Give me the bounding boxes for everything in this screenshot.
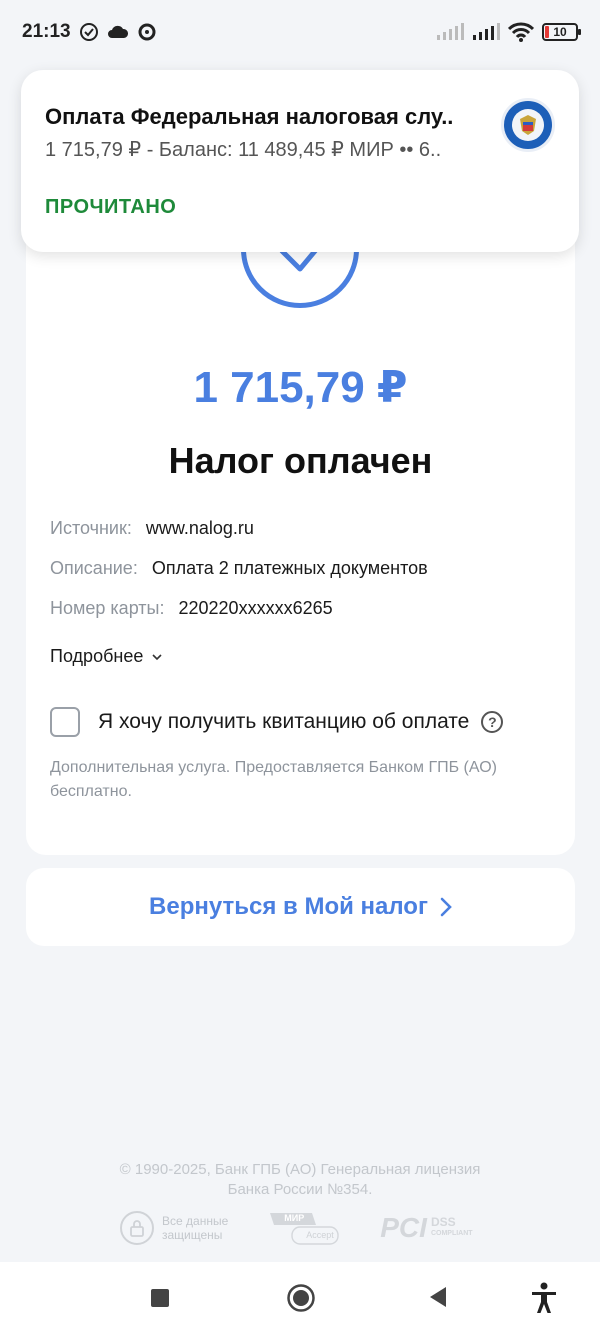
payment-status: Налог оплачен	[168, 440, 433, 481]
wifi-icon	[508, 22, 534, 42]
copyright-line: © 1990-2025, Банк ГПБ (АО) Генеральная л…	[119, 1161, 481, 1178]
home-button[interactable]	[286, 1283, 316, 1313]
secure-text: защищены	[162, 1228, 223, 1242]
notification-title: Оплата Федеральная налоговая слу..	[45, 104, 454, 129]
secure-text: Все данные	[162, 1214, 229, 1228]
pci-dss-logo: PCI DSS COMPLIANT	[380, 1212, 472, 1244]
dss-text: DSS	[430, 1215, 456, 1229]
chevron-down-icon	[152, 653, 162, 660]
dss-sub-text: COMPLIANT	[430, 1230, 473, 1237]
mark-read-button[interactable]: ПРОЧИТАНО	[45, 196, 176, 219]
mir-sub-text: Accept	[306, 1230, 334, 1240]
signal-icon	[437, 23, 464, 40]
detail-value: Оплата 2 платежных документов	[151, 558, 428, 578]
service-note: Дополнительная услуга. Предоставляется Б…	[50, 759, 497, 800]
recent-apps-button[interactable]	[150, 1288, 170, 1308]
help-icon[interactable]: ?	[481, 711, 504, 733]
detail-key: Описание:	[50, 558, 138, 578]
pci-text: PCI	[380, 1212, 427, 1243]
detail-value: 220220xxxxxx6265	[178, 598, 333, 618]
navigation-bar	[0, 1262, 600, 1332]
detail-row-card-number: Номер карты: 220220xxxxxx6265	[50, 598, 333, 619]
copyright-line: Банка России №354.	[227, 1181, 373, 1198]
battery-icon: 10	[542, 23, 581, 41]
notification-body: 1 715,79 ₽ - Баланс: 11 489,45 ₽ МИР •• …	[45, 139, 442, 161]
sync-icon	[138, 23, 156, 41]
detail-value: www.nalog.ru	[145, 518, 254, 538]
tax-service-emblem-icon	[501, 98, 555, 152]
payment-amount: 1 715,79 ₽	[193, 363, 408, 412]
receipt-request-checkbox[interactable]	[50, 707, 80, 737]
receipt-request-label[interactable]: Я хочу получить квитанцию об оплате	[98, 710, 469, 734]
return-to-my-tax-button[interactable]: Вернуться в Мой налог	[26, 868, 575, 946]
copyright: © 1990-2025, Банк ГПБ (АО) Генеральная л…	[0, 1160, 600, 1200]
signal-icon-2	[473, 23, 500, 40]
secure-data-badge: Все данные защищены	[120, 1211, 228, 1245]
detail-key: Источник:	[50, 518, 132, 538]
detail-row-description: Описание: Оплата 2 платежных документов	[50, 558, 428, 579]
clock: 21:13	[22, 21, 71, 42]
status-bar: 21:13 10	[0, 0, 600, 64]
accessibility-icon[interactable]	[530, 1282, 558, 1314]
detail-key: Номер карты:	[50, 598, 165, 618]
more-details-toggle[interactable]: Подробнее	[50, 646, 163, 667]
mir-text: МИР	[284, 1213, 305, 1223]
security-badges: Все данные защищены МИР Accept PCI DSS C…	[120, 1208, 500, 1248]
chevron-right-icon	[440, 897, 452, 917]
detail-row-source: Источник: www.nalog.ru	[50, 518, 254, 539]
push-notification[interactable]: Оплата Федеральная налоговая слу.. 1 715…	[21, 70, 579, 252]
lock-icon	[120, 1211, 154, 1245]
receipt-request-row: Я хочу получить квитанцию об оплате ?	[50, 707, 504, 737]
cloud-icon	[107, 25, 128, 38]
mir-accept-logo: МИР Accept	[268, 1211, 340, 1245]
return-button-label: Вернуться в Мой налог	[149, 893, 428, 920]
more-details-label: Подробнее	[50, 646, 144, 666]
battery-level: 10	[553, 25, 567, 39]
back-button[interactable]	[428, 1286, 448, 1308]
check-circle-icon	[79, 23, 98, 41]
